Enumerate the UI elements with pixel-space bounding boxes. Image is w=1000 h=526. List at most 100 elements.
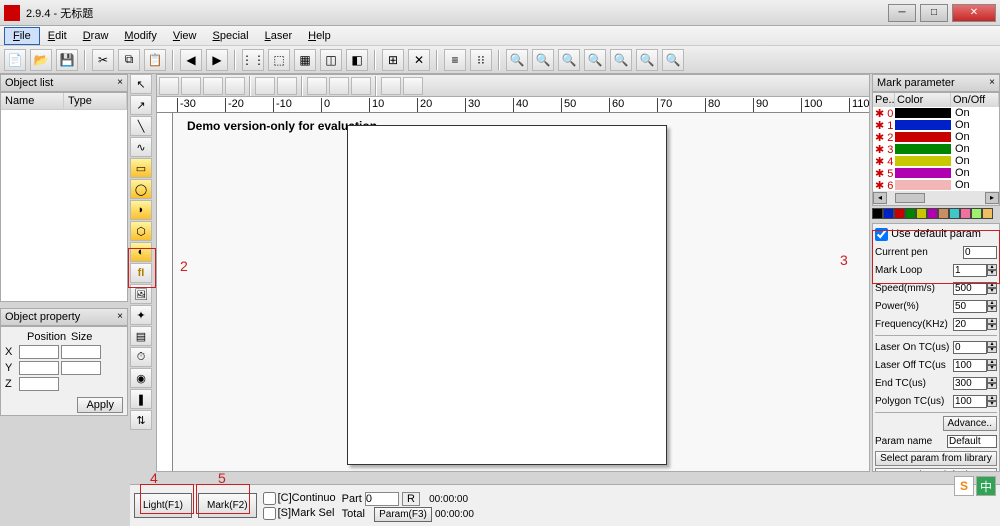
ime-z-icon[interactable]: 中 — [976, 476, 996, 496]
copy-icon[interactable]: ⧉ — [118, 49, 140, 71]
zoom-in-icon[interactable]: 🔍 — [532, 49, 554, 71]
menu-modify[interactable]: Modify — [116, 28, 164, 44]
close-button[interactable]: ✕ — [952, 4, 996, 22]
minimize-button[interactable]: ─ — [888, 4, 916, 22]
menu-file[interactable]: File — [4, 27, 40, 45]
pen-row[interactable]: ✱ 1On — [873, 119, 999, 131]
snap-b-icon[interactable] — [181, 77, 201, 95]
laseron-input[interactable] — [953, 341, 987, 354]
swatch[interactable] — [927, 208, 938, 219]
zoom-sel-icon[interactable]: 🔍 — [610, 49, 632, 71]
size-x-input[interactable] — [61, 345, 101, 359]
pen-row[interactable]: ✱ 6On — [873, 179, 999, 191]
pos-z-input[interactable] — [19, 377, 59, 391]
menu-draw[interactable]: Draw — [75, 28, 117, 44]
menu-special[interactable]: Special — [204, 28, 256, 44]
curve-icon[interactable]: ∿ — [130, 137, 152, 157]
artboard[interactable] — [347, 125, 667, 465]
star-icon[interactable]: ◐ — [130, 242, 152, 262]
image-icon[interactable]: 🖼 — [130, 284, 152, 304]
menu-laser[interactable]: Laser — [257, 28, 301, 44]
undo-icon[interactable]: ◀ — [180, 49, 202, 71]
dist-icon[interactable] — [351, 77, 371, 95]
power-input[interactable] — [953, 300, 987, 313]
applydef-button[interactable]: Apply to default — [875, 468, 997, 472]
align-icon[interactable] — [329, 77, 349, 95]
rect-icon[interactable]: ▭ — [130, 158, 152, 178]
tool-d-icon[interactable]: ◫ — [320, 49, 342, 71]
snap-d-icon[interactable] — [225, 77, 245, 95]
swatch[interactable] — [883, 208, 894, 219]
pos-x-input[interactable] — [19, 345, 59, 359]
end-input[interactable] — [953, 377, 987, 390]
extaxis-icon[interactable]: ⇅ — [130, 410, 152, 430]
zoom-fit-icon[interactable]: 🔍 — [584, 49, 606, 71]
tool-e-icon[interactable]: ◧ — [346, 49, 368, 71]
group-icon[interactable] — [307, 77, 327, 95]
vector-icon[interactable]: ✦ — [130, 305, 152, 325]
continuo-check[interactable] — [263, 492, 276, 505]
hatch-icon[interactable]: ▤ — [130, 326, 152, 346]
snap-c-icon[interactable] — [203, 77, 223, 95]
col-type[interactable]: Type — [64, 93, 127, 109]
pen-row[interactable]: ✱ 3On — [873, 143, 999, 155]
swatch[interactable] — [949, 208, 960, 219]
node-icon[interactable]: ↗ — [130, 95, 152, 115]
pen-row[interactable]: ✱ 4On — [873, 155, 999, 167]
zoom-1-icon[interactable]: 🔍 — [636, 49, 658, 71]
apply-button[interactable]: Apply — [77, 397, 123, 413]
menu-edit[interactable]: Edit — [40, 28, 75, 44]
swatch[interactable] — [872, 208, 883, 219]
zoom-out-icon[interactable]: 🔍 — [558, 49, 580, 71]
selectlib-button[interactable]: Select param from library — [875, 451, 997, 466]
snap-a-icon[interactable] — [159, 77, 179, 95]
size-y-input[interactable] — [61, 361, 101, 375]
tool-a-icon[interactable]: ⋮⋮ — [242, 49, 264, 71]
laseroff-input[interactable] — [953, 359, 987, 372]
cut-icon[interactable]: ✂ — [92, 49, 114, 71]
pos-y-input[interactable] — [19, 361, 59, 375]
part-input[interactable] — [365, 492, 399, 506]
tool-b-icon[interactable]: ⬚ — [268, 49, 290, 71]
paste-icon[interactable]: 📋 — [144, 49, 166, 71]
swatch[interactable] — [916, 208, 927, 219]
paramname-input[interactable] — [947, 435, 997, 448]
swatch[interactable] — [894, 208, 905, 219]
tool-g-icon[interactable]: ✕ — [408, 49, 430, 71]
mirror-h-icon[interactable] — [381, 77, 401, 95]
currentpen-input[interactable] — [963, 246, 997, 259]
pen-row[interactable]: ✱ 5On — [873, 167, 999, 179]
tool-f-icon[interactable]: ⊞ — [382, 49, 404, 71]
text-icon[interactable]: fI — [130, 263, 152, 283]
marksel-check[interactable] — [263, 507, 276, 520]
param-button[interactable]: Param(F3) — [374, 507, 432, 522]
swatch[interactable] — [905, 208, 916, 219]
polygon-icon[interactable]: ⬡ — [130, 221, 152, 241]
open-icon[interactable]: 📂 — [30, 49, 52, 71]
zoom-icon[interactable]: 🔍 — [506, 49, 528, 71]
markloop-input[interactable] — [953, 264, 987, 277]
timer-icon[interactable]: ⏱ — [130, 347, 152, 367]
encoder-icon[interactable]: ❚ — [130, 389, 152, 409]
swatch[interactable] — [982, 208, 993, 219]
col-name[interactable]: Name — [1, 93, 64, 109]
objprop-close-icon[interactable]: × — [117, 311, 123, 323]
menu-help[interactable]: Help — [300, 28, 339, 44]
maximize-button[interactable]: □ — [920, 4, 948, 22]
redo-icon[interactable]: ▶ — [206, 49, 228, 71]
tool-i-icon[interactable]: ⁝⁝ — [470, 49, 492, 71]
light-button[interactable]: Light(F1) — [134, 493, 192, 518]
mirror-v-icon[interactable] — [403, 77, 423, 95]
swatch[interactable] — [971, 208, 982, 219]
ime-s-icon[interactable]: S — [954, 476, 974, 496]
tool-c-icon[interactable]: ▦ — [294, 49, 316, 71]
circle-icon[interactable]: ◯ — [130, 179, 152, 199]
pen-row[interactable]: ✱ 0On — [873, 107, 999, 119]
line-icon[interactable]: ╲ — [130, 116, 152, 136]
markparam-close-icon[interactable]: × — [989, 77, 995, 89]
save-icon[interactable]: 💾 — [56, 49, 78, 71]
menu-view[interactable]: View — [165, 28, 205, 44]
advance-button[interactable]: Advance.. — [943, 416, 997, 431]
poly-input[interactable] — [953, 395, 987, 408]
ellipse-icon[interactable]: ◗ — [130, 200, 152, 220]
